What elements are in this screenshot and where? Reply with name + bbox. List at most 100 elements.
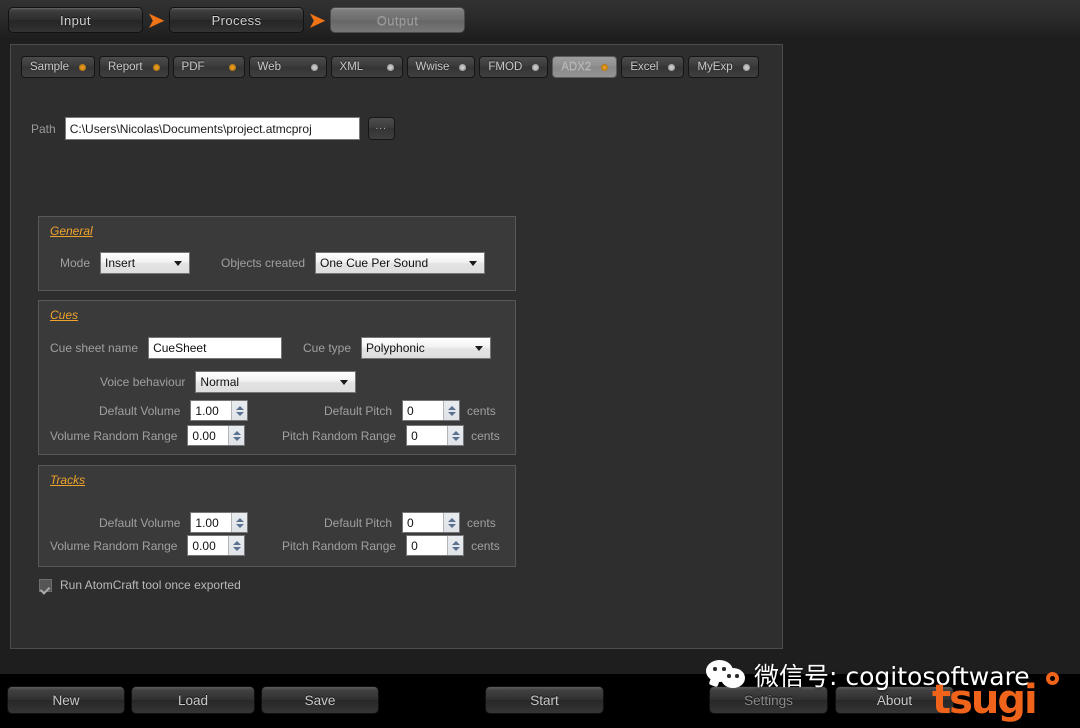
status-led-icon (532, 63, 540, 71)
tab-label: Sample (30, 61, 69, 73)
voice-behaviour-label: Voice behaviour (100, 375, 186, 389)
cues-volume-random-stepper[interactable]: 0.00 (187, 425, 246, 446)
objects-created-label: Objects created (221, 256, 306, 270)
tab-excel[interactable]: Excel (621, 56, 685, 78)
tracks-default-pitch-value: 0 (407, 515, 414, 530)
cues-pitch-random-label: Pitch Random Range (282, 428, 397, 443)
tab-fmod[interactable]: FMOD (479, 56, 549, 78)
tab-xml[interactable]: XML (330, 56, 403, 78)
cues-default-pitch-unit: cents (467, 403, 496, 418)
tab-adx2[interactable]: ADX2 (552, 56, 618, 78)
stepper-arrows-icon[interactable] (228, 536, 245, 555)
chevron-down-icon (469, 261, 478, 266)
tab-pdf[interactable]: PDF (172, 56, 245, 78)
start-button[interactable]: Start (485, 686, 604, 714)
tab-label: XML (339, 61, 364, 73)
settings-button[interactable]: Settings (709, 686, 828, 714)
tracks-default-pitch-unit: cents (467, 515, 496, 530)
browse-button[interactable]: ... (367, 117, 395, 140)
tab-label: MyExp (697, 61, 733, 73)
cues-default-volume-stepper[interactable]: 1.00 (190, 400, 249, 421)
tab-label: Excel (630, 61, 659, 73)
mode-select[interactable]: Insert (100, 252, 191, 274)
wizard-step-output[interactable]: Output (330, 7, 465, 33)
chevron-right-icon: ➤ (147, 9, 165, 32)
cues-default-volume-label: Default Volume (99, 403, 181, 418)
tab-sample[interactable]: Sample (21, 56, 95, 78)
exporter-settings-panel: Sample Report PDF Web XML Wwise FMOD ADX… (10, 44, 783, 649)
cue-sheet-name-label: Cue sheet name (50, 341, 139, 355)
run-atomcraft-label: Run AtomCraft tool once exported (60, 578, 241, 592)
cues-volume-random-value: 0.00 (192, 428, 216, 443)
cues-pitch-random-stepper[interactable]: 0 (406, 425, 465, 446)
cues-pitch-random-value: 0 (411, 428, 418, 443)
objects-created-select[interactable]: One Cue Per Sound (315, 252, 486, 274)
status-led-icon (79, 63, 86, 71)
stepper-arrows-icon[interactable] (443, 513, 460, 532)
chevron-down-icon (340, 380, 349, 385)
tracks-volume-random-label: Volume Random Range (50, 538, 178, 553)
chevron-down-icon (174, 261, 183, 266)
checkbox-checked-icon[interactable] (39, 578, 52, 592)
cues-default-pitch-label: Default Pitch (324, 403, 393, 418)
stepper-arrows-icon[interactable] (447, 536, 464, 555)
stepper-arrows-icon[interactable] (228, 426, 245, 445)
cues-group-title: Cues (50, 308, 79, 322)
tracks-pitch-random-label: Pitch Random Range (282, 538, 397, 553)
stepper-arrows-icon[interactable] (231, 513, 248, 532)
tracks-default-volume-label: Default Volume (99, 515, 181, 530)
tracks-default-pitch-label: Default Pitch (324, 515, 393, 530)
cues-volume-random-label: Volume Random Range (50, 428, 178, 443)
cues-group: Cues Cue sheet name CueSheet Cue type Po… (38, 300, 516, 455)
tracks-default-volume-stepper[interactable]: 1.00 (190, 512, 249, 533)
status-led-icon (668, 63, 676, 71)
status-led-icon (386, 63, 394, 71)
tab-wwise[interactable]: Wwise (406, 56, 476, 78)
mode-value: Insert (105, 256, 136, 270)
tracks-default-volume-value: 1.00 (195, 515, 219, 530)
tab-label: PDF (181, 61, 205, 73)
chevron-down-icon (475, 346, 484, 351)
tsugi-logo-dot-icon (1046, 672, 1059, 685)
stepper-arrows-icon[interactable] (231, 401, 248, 420)
save-button[interactable]: Save (261, 686, 379, 714)
cue-type-select[interactable]: Polyphonic (361, 337, 492, 359)
tab-label: FMOD (488, 61, 523, 73)
load-button[interactable]: Load (131, 686, 255, 714)
cues-default-pitch-stepper[interactable]: 0 (402, 400, 461, 421)
new-button[interactable]: New (7, 686, 125, 714)
cue-type-value: Polyphonic (366, 341, 425, 355)
status-led-icon (742, 63, 750, 71)
tracks-pitch-random-stepper[interactable]: 0 (406, 535, 465, 556)
tracks-group-title: Tracks (50, 473, 86, 487)
voice-behaviour-select[interactable]: Normal (195, 371, 357, 393)
status-led-icon (601, 63, 609, 71)
path-input[interactable] (64, 117, 360, 140)
tracks-volume-random-stepper[interactable]: 0.00 (187, 535, 246, 556)
cues-pitch-random-unit: cents (471, 428, 500, 443)
general-group-title: General (50, 224, 93, 238)
cues-default-volume-value: 1.00 (195, 403, 219, 418)
tab-myexp[interactable]: MyExp (688, 56, 759, 78)
stepper-arrows-icon[interactable] (447, 426, 464, 445)
wizard-step-process[interactable]: Process (169, 7, 304, 33)
objects-created-value: One Cue Per Sound (320, 256, 429, 270)
tab-report[interactable]: Report (99, 56, 169, 78)
tracks-volume-random-value: 0.00 (192, 538, 216, 553)
path-label: Path (31, 121, 56, 136)
stepper-arrows-icon[interactable] (443, 401, 460, 420)
wizard-step-input[interactable]: Input (8, 7, 143, 33)
run-atomcraft-checkbox-row[interactable]: Run AtomCraft tool once exported (39, 578, 241, 592)
tracks-pitch-random-unit: cents (471, 538, 500, 553)
status-led-icon (152, 63, 160, 71)
general-group: General Mode Insert Objects created One … (38, 216, 516, 291)
tsugi-logo: tsugi (932, 677, 1038, 723)
cues-default-pitch-value: 0 (407, 403, 414, 418)
exporter-tab-strip: Sample Report PDF Web XML Wwise FMOD ADX… (21, 56, 759, 78)
tab-label: Web (257, 61, 281, 73)
tab-web[interactable]: Web (248, 56, 327, 78)
tracks-default-pitch-stepper[interactable]: 0 (402, 512, 461, 533)
cue-sheet-name-value: CueSheet (153, 341, 207, 355)
tab-label: ADX2 (561, 61, 592, 73)
cue-sheet-name-input[interactable]: CueSheet (148, 337, 283, 359)
